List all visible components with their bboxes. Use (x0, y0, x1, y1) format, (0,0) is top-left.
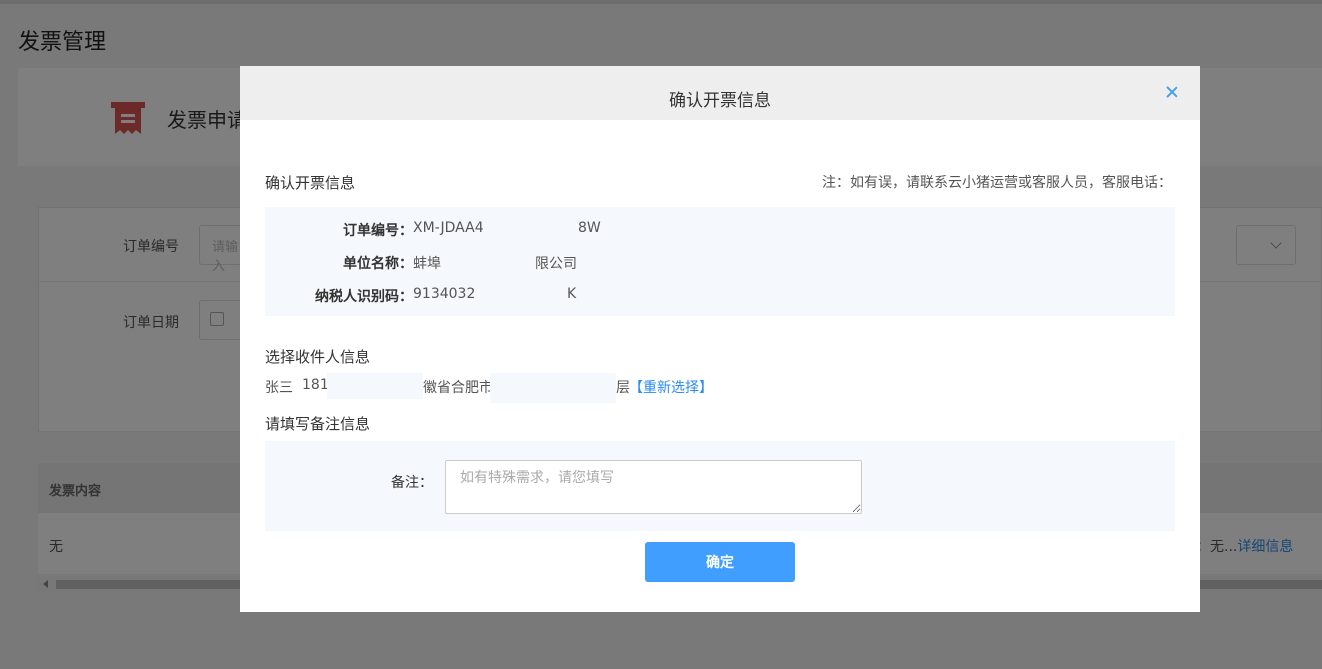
close-icon[interactable] (1164, 84, 1180, 100)
tax-id-tail: K (567, 286, 577, 302)
recipient-address: 徽省合肥市 (423, 380, 493, 396)
contact-note: 注：如有误，请联系云小猪运营或客服人员，客服电话： (822, 175, 1172, 191)
redacted-phone (327, 373, 423, 399)
company-value: 蚌埠 (413, 256, 441, 272)
confirm-invoice-dialog: 确认开票信息 确认开票信息 注：如有误，请联系云小猪运营或客服人员，客服电话： … (240, 66, 1200, 612)
section-title-invoice: 确认开票信息 (265, 174, 356, 192)
order-no-row: 订单编号： XM-JDAA4 8W (265, 220, 1175, 242)
order-no-value: XM-JDAA4 (413, 220, 484, 236)
company-row: 单位名称： 蚌埠 限公司 (265, 253, 1175, 275)
reselect-link[interactable]: 【重新选择】 (629, 377, 713, 397)
company-label: 单位名称： (343, 256, 413, 272)
remark-box: 备注： (265, 441, 1175, 531)
tax-id-value: 9134032 (413, 286, 476, 302)
tax-id-row: 纳税人识别码： 9134032 K (265, 286, 1175, 308)
dialog-title: 确认开票信息 (669, 91, 771, 111)
recipient-address-tail: 层 (616, 380, 630, 396)
recipient-name: 张三 (265, 380, 293, 396)
remark-label: 备注： (391, 475, 433, 491)
company-tail: 限公司 (535, 256, 577, 272)
recipient-phone: 181 (302, 377, 329, 393)
section-title-recipient: 选择收件人信息 (265, 348, 371, 366)
remark-textarea[interactable] (445, 460, 862, 514)
redacted-address (490, 373, 616, 403)
tax-id-label: 纳税人识别码： (315, 289, 413, 305)
order-no-tail: 8W (578, 220, 601, 236)
section-title-remark: 请填写备注信息 (265, 415, 371, 433)
confirm-button[interactable]: 确定 (645, 542, 795, 582)
order-no-label: 订单编号： (343, 223, 413, 239)
invoice-info-box: 订单编号： XM-JDAA4 8W 单位名称： 蚌埠 限公司 纳税人识别码： 9… (265, 207, 1175, 316)
